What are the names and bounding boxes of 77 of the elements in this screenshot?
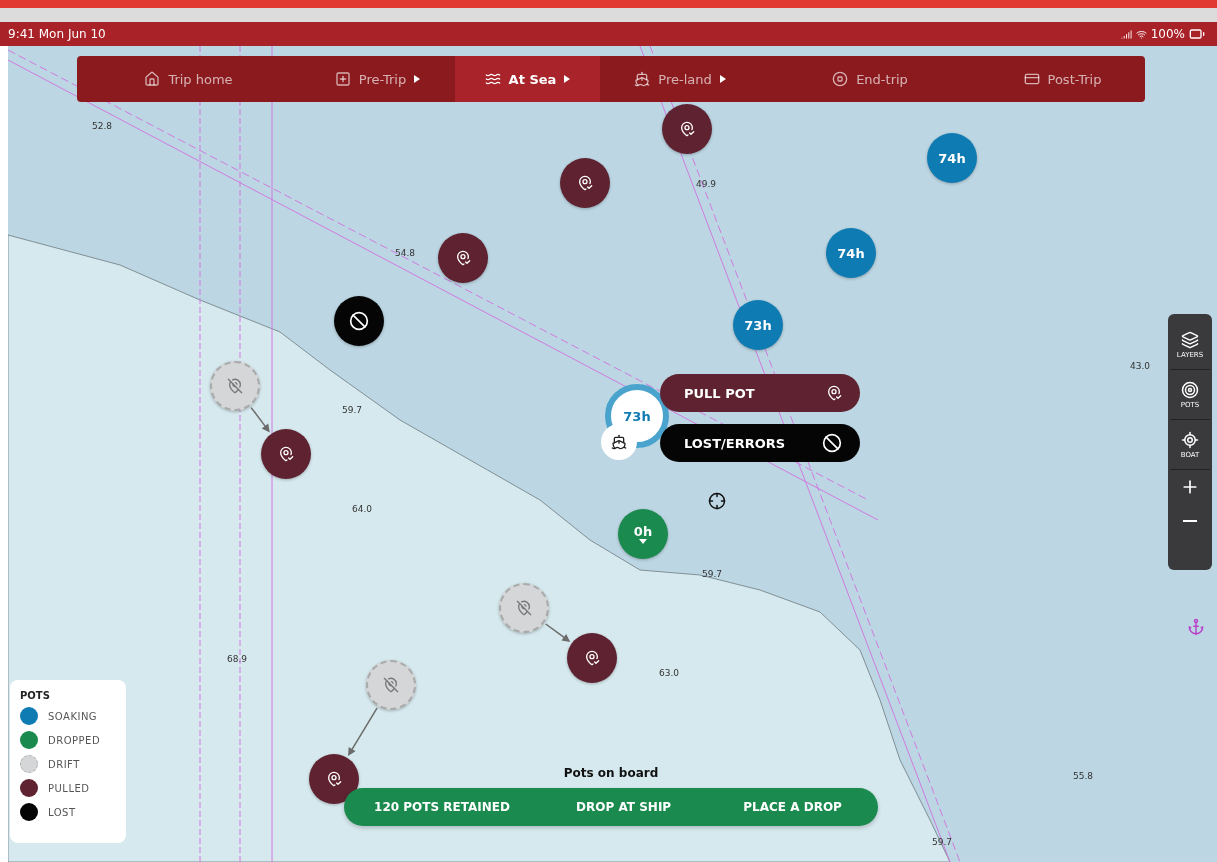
trip-stage-tab[interactable]: Pre-Trip [300,56,455,102]
drop-button[interactable]: DROP AT SHIP [570,796,678,818]
pot-marker[interactable] [560,158,610,208]
pin-check-icon [577,175,593,191]
pots-retained-count: 120 POTS RETAINED [374,800,510,814]
depth-sounding: 63.0 [659,668,679,678]
pin-off-icon [227,378,243,394]
pot-marker[interactable] [662,104,712,154]
pin-check-icon [679,121,695,137]
pot-action-button[interactable]: PULL POT [660,374,860,412]
pot-marker[interactable]: 74h [826,228,876,278]
status-time: 9:41 Mon Jun 10 [8,27,106,41]
trip-stage-tab[interactable]: At Sea [455,56,600,102]
depth-sounding: 54.8 [395,248,415,258]
trip-stage-tab[interactable]: Trip home [77,56,300,102]
legend-dot [20,803,38,821]
drift-arrow [250,406,270,433]
trip-stage-tab[interactable]: End-trip [760,56,980,102]
card-icon [1023,71,1040,87]
legend-label: DROPPED [48,734,101,746]
drop-button[interactable]: PLACE A DROP [737,796,848,818]
pin-off-icon [516,600,532,616]
depth-sounding: 59.7 [932,837,952,847]
ship-icon [634,71,651,87]
pot-marker[interactable] [334,296,384,346]
caret-icon [639,539,647,544]
locate-icon [1181,430,1199,449]
drift-arrow [348,707,378,756]
pin-check-icon [278,446,294,462]
pin-check-icon [584,650,600,666]
minus-icon [1183,520,1197,522]
legend-dot [20,731,38,749]
pot-marker[interactable]: 73h [733,300,783,350]
legend-label: PULLED [48,782,90,794]
pot-marker[interactable]: 74h [927,133,977,183]
depth-sounding: 52.8 [92,121,112,131]
trip-stage-tab[interactable]: Pre-land [600,56,760,102]
pot-action-button[interactable]: LOST/ERRORS [660,424,860,462]
legend-label: DRIFT [48,758,80,770]
layers-icon [1181,330,1199,349]
legend-dot [20,707,38,725]
depth-sounding: 43.0 [1130,361,1150,371]
pot-marker[interactable]: 0h [618,509,668,559]
legend-dot [20,755,38,773]
trip-stage-tab[interactable]: Post-Trip [980,56,1145,102]
stop-icon [832,71,849,87]
pin-check-icon [455,250,471,266]
battery-level: 100% [1150,27,1185,41]
pin-off-icon [383,677,399,693]
depth-sounding: 49.9 [696,179,716,189]
depth-sounding: 55.8 [1073,771,1093,781]
legend-dot [20,779,38,797]
drift-arrow [545,623,571,642]
depth-sounding: 59.7 [702,569,722,579]
waves-icon [484,71,501,87]
nautical-map[interactable] [8,46,1217,862]
home-icon [144,71,161,87]
legend-label: SOAKING [48,710,98,722]
battery-icon [1189,26,1205,42]
pin-check-icon [826,385,842,401]
signal-icon [1120,28,1132,40]
legend-title: POTS [20,690,51,701]
crosshair-icon [708,492,726,510]
ban-icon [349,311,369,331]
depth-sounding: 64.0 [352,504,372,514]
target-icon [1181,380,1199,399]
depth-sounding: 68.9 [227,654,247,664]
anchor-icon [1187,618,1205,636]
boat-icon [611,434,627,450]
wifi-icon [1135,28,1147,40]
legend-label: LOST [48,806,76,818]
plus-square-icon [334,71,351,87]
ban-icon [822,433,842,453]
pots-on-board-title: Pots on board [563,766,659,780]
pin-check-icon [326,771,342,787]
depth-sounding: 59.7 [342,405,362,415]
pot-marker[interactable] [438,233,488,283]
